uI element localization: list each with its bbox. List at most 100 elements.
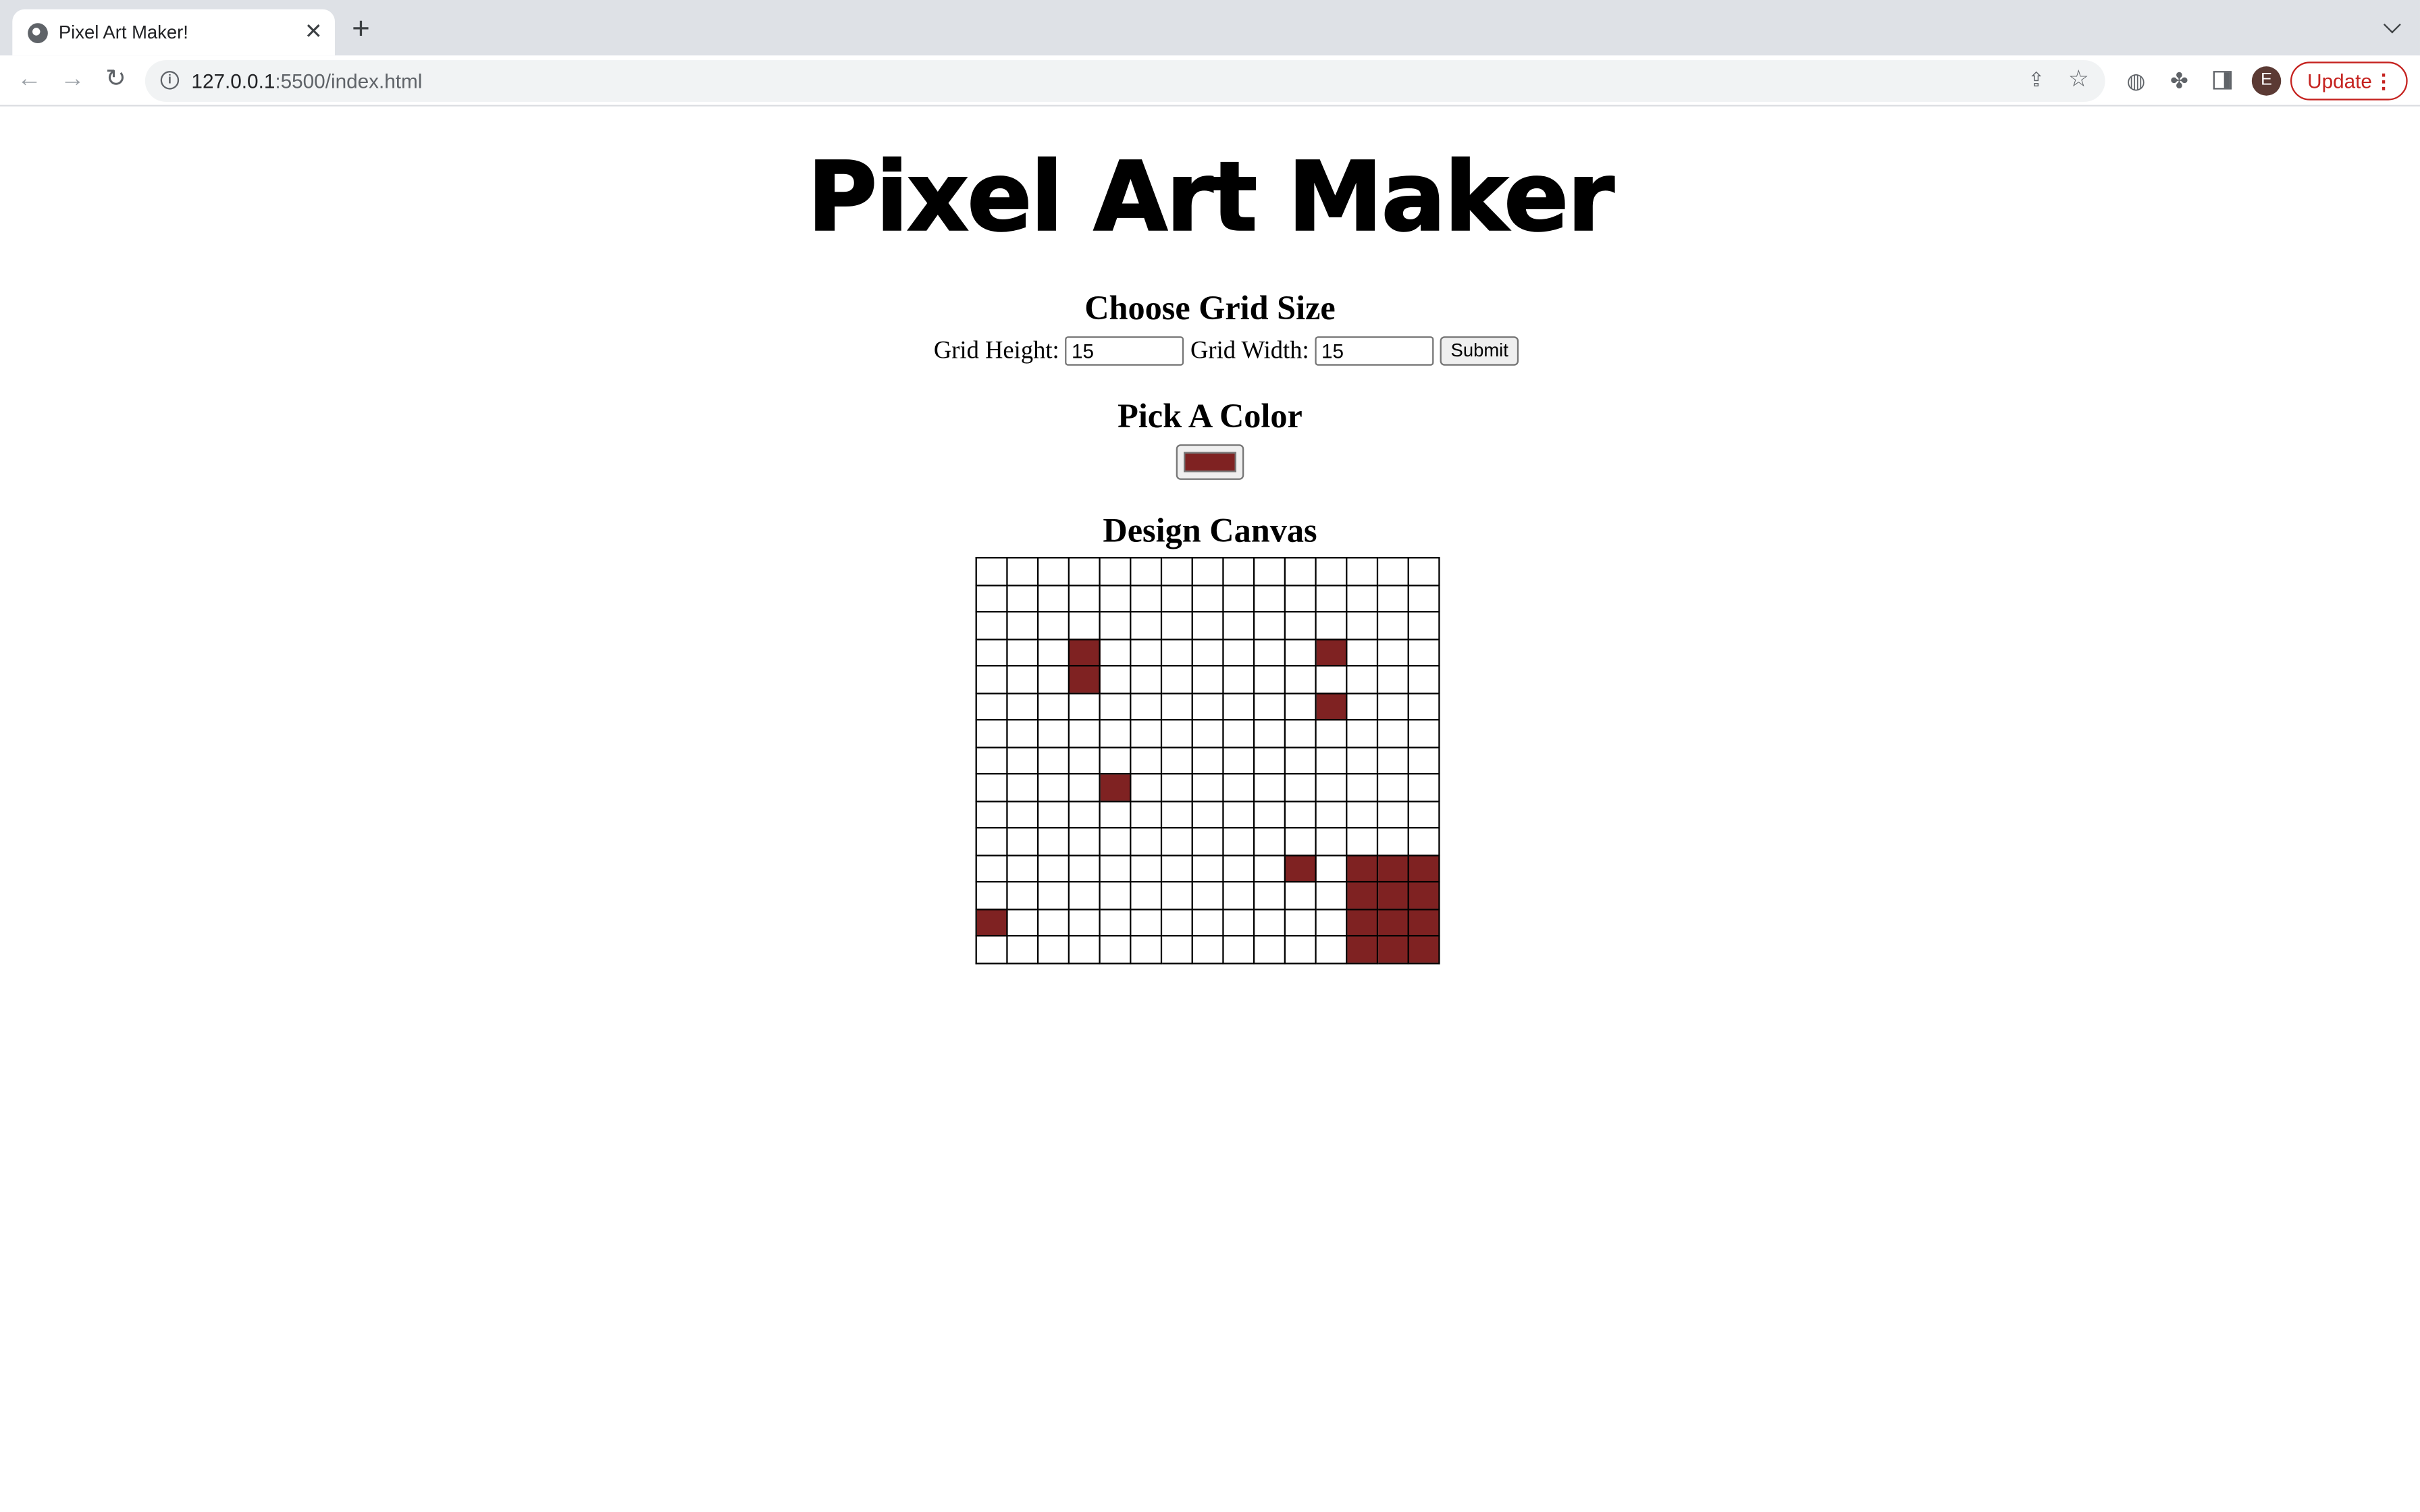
canvas-cell[interactable] <box>1407 557 1440 586</box>
canvas-cell[interactable] <box>975 611 1008 640</box>
canvas-cell[interactable] <box>1006 881 1039 910</box>
canvas-cell[interactable] <box>1315 719 1348 748</box>
canvas-cell[interactable] <box>1315 665 1348 694</box>
canvas-cell[interactable] <box>1191 935 1224 964</box>
canvas-cell[interactable] <box>1346 854 1379 883</box>
canvas-cell[interactable] <box>1099 719 1132 748</box>
canvas-cell[interactable] <box>975 827 1008 856</box>
canvas-cell[interactable] <box>1346 584 1379 613</box>
grid-width-input[interactable]: 15 <box>1315 336 1434 366</box>
canvas-cell[interactable] <box>1284 665 1317 694</box>
address-bar[interactable]: i 127.0.0.1:5500/index.html ⇪ ☆ <box>144 60 2105 102</box>
canvas-cell[interactable] <box>1099 935 1132 964</box>
canvas-cell[interactable] <box>1160 881 1193 910</box>
canvas-cell[interactable] <box>1036 800 1070 829</box>
canvas-cell[interactable] <box>1191 611 1224 640</box>
canvas-cell[interactable] <box>1315 935 1348 964</box>
canvas-cell[interactable] <box>1253 611 1286 640</box>
canvas-cell[interactable] <box>1346 827 1379 856</box>
canvas-cell[interactable] <box>1284 692 1317 721</box>
canvas-cell[interactable] <box>1222 692 1255 721</box>
canvas-cell[interactable] <box>1099 800 1132 829</box>
canvas-cell[interactable] <box>1036 665 1070 694</box>
star-icon[interactable]: ☆ <box>2068 65 2089 92</box>
canvas-cell[interactable] <box>1376 557 1409 586</box>
canvas-cell[interactable] <box>1160 854 1193 883</box>
tab-active[interactable]: Pixel Art Maker! ✕ <box>12 9 335 56</box>
canvas-cell[interactable] <box>1099 611 1132 640</box>
canvas-cell[interactable] <box>1253 692 1286 721</box>
canvas-cell[interactable] <box>1036 611 1070 640</box>
info-icon[interactable]: i <box>160 71 180 90</box>
canvas-cell[interactable] <box>1160 935 1193 964</box>
canvas-cell[interactable] <box>1006 584 1039 613</box>
canvas-cell[interactable] <box>1222 827 1255 856</box>
canvas-cell[interactable] <box>975 800 1008 829</box>
canvas-cell[interactable] <box>1222 746 1255 775</box>
canvas-cell[interactable] <box>1036 719 1070 748</box>
canvas-cell[interactable] <box>1284 881 1317 910</box>
canvas-cell[interactable] <box>1315 908 1348 937</box>
canvas-cell[interactable] <box>1253 719 1286 748</box>
canvas-cell[interactable] <box>1222 854 1255 883</box>
canvas-cell[interactable] <box>1346 719 1379 748</box>
canvas-cell[interactable] <box>1068 935 1101 964</box>
canvas-cell[interactable] <box>1099 584 1132 613</box>
canvas-cell[interactable] <box>1253 854 1286 883</box>
canvas-cell[interactable] <box>1346 638 1379 667</box>
grid-height-input[interactable]: 15 <box>1065 336 1184 366</box>
extension-icon[interactable]: ◍ <box>2124 68 2149 93</box>
canvas-cell[interactable] <box>1253 881 1286 910</box>
canvas-cell[interactable] <box>1099 908 1132 937</box>
canvas-cell[interactable] <box>1346 908 1379 937</box>
canvas-cell[interactable] <box>1006 692 1039 721</box>
canvas-cell[interactable] <box>1191 908 1224 937</box>
canvas-cell[interactable] <box>1191 881 1224 910</box>
canvas-cell[interactable] <box>975 881 1008 910</box>
canvas-cell[interactable] <box>1376 746 1409 775</box>
canvas-cell[interactable] <box>1346 611 1379 640</box>
canvas-cell[interactable] <box>1130 692 1163 721</box>
canvas-cell[interactable] <box>1130 827 1163 856</box>
canvas-cell[interactable] <box>975 908 1008 937</box>
canvas-cell[interactable] <box>1036 746 1070 775</box>
canvas-cell[interactable] <box>1160 692 1193 721</box>
canvas-cell[interactable] <box>1346 557 1379 586</box>
canvas-cell[interactable] <box>1036 827 1070 856</box>
canvas-cell[interactable] <box>1036 584 1070 613</box>
canvas-cell[interactable] <box>1006 638 1039 667</box>
canvas-cell[interactable] <box>1160 746 1193 775</box>
canvas-cell[interactable] <box>1346 935 1379 964</box>
canvas-cell[interactable] <box>1160 827 1193 856</box>
color-picker[interactable] <box>1176 444 1244 480</box>
canvas-cell[interactable] <box>1068 800 1101 829</box>
canvas-cell[interactable] <box>1315 692 1348 721</box>
canvas-cell[interactable] <box>1253 665 1286 694</box>
canvas-cell[interactable] <box>975 773 1008 802</box>
puzzle-icon[interactable]: ✤ <box>2167 68 2192 93</box>
canvas-cell[interactable] <box>1407 827 1440 856</box>
canvas-cell[interactable] <box>1006 719 1039 748</box>
canvas-cell[interactable] <box>1284 854 1317 883</box>
canvas-cell[interactable] <box>1068 854 1101 883</box>
canvas-cell[interactable] <box>1130 557 1163 586</box>
canvas-cell[interactable] <box>1407 881 1440 910</box>
canvas-cell[interactable] <box>1130 881 1163 910</box>
canvas-cell[interactable] <box>1006 827 1039 856</box>
canvas-cell[interactable] <box>1253 773 1286 802</box>
canvas-cell[interactable] <box>1006 854 1039 883</box>
canvas-cell[interactable] <box>1068 827 1101 856</box>
canvas-cell[interactable] <box>1407 854 1440 883</box>
canvas-cell[interactable] <box>975 557 1008 586</box>
canvas-cell[interactable] <box>1376 719 1409 748</box>
canvas-cell[interactable] <box>1284 827 1317 856</box>
canvas-cell[interactable] <box>1099 881 1132 910</box>
canvas-cell[interactable] <box>1284 638 1317 667</box>
canvas-cell[interactable] <box>1376 611 1409 640</box>
canvas-cell[interactable] <box>1099 665 1132 694</box>
canvas-cell[interactable] <box>1222 611 1255 640</box>
design-canvas[interactable] <box>975 557 1440 964</box>
canvas-cell[interactable] <box>1376 881 1409 910</box>
canvas-cell[interactable] <box>1284 746 1317 775</box>
canvas-cell[interactable] <box>1099 746 1132 775</box>
